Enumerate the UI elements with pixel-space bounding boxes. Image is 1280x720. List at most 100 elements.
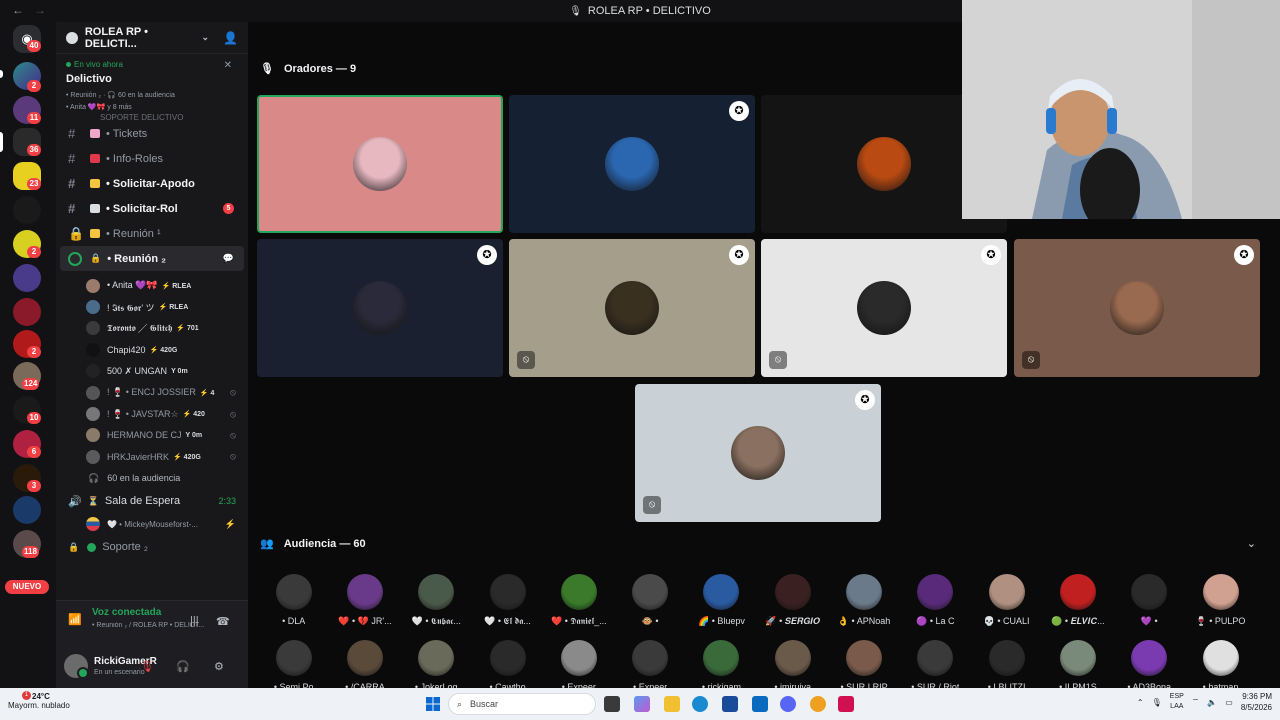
audience-member[interactable]: • /CARRA bbox=[329, 640, 400, 692]
gear-icon[interactable]: ⚙ bbox=[214, 660, 224, 673]
stage-member[interactable]: • Anita 💜🎀 ⚡ RLEA bbox=[56, 275, 248, 296]
audience-member[interactable]: 🤍 • 𝕮𝖚𝖇𝖆𝖈... bbox=[401, 574, 472, 627]
forward-arrow-icon[interactable]: → bbox=[34, 3, 46, 17]
store-icon[interactable] bbox=[722, 696, 738, 712]
audience-member[interactable]: ❤️ • 💔 JR'... bbox=[329, 574, 400, 627]
channel-item[interactable]: 🔒 • Reunión ¹ bbox=[56, 221, 248, 246]
audience-member[interactable]: 🍷 • PULPO bbox=[1185, 574, 1256, 627]
wifi-icon[interactable]: ⌔ bbox=[1192, 697, 1200, 707]
back-arrow-icon[interactable]: ← bbox=[12, 3, 24, 17]
battery-icon[interactable]: ▭ bbox=[1225, 698, 1233, 707]
speaker-tile[interactable]: ✪ ⦸ bbox=[761, 239, 1007, 377]
speaker-tile[interactable]: ✪ ⦸ bbox=[1014, 239, 1260, 377]
audience-member[interactable]: • Expeer bbox=[543, 640, 614, 692]
audience-member[interactable]: • jmjruiva bbox=[757, 640, 828, 692]
stage-member[interactable]: HERMANO DE CJ Y 0m ⦸ bbox=[56, 425, 248, 446]
unread-badge: 11 bbox=[27, 112, 41, 124]
server-icon[interactable] bbox=[13, 496, 41, 524]
headphones-icon[interactable]: 🎧 bbox=[176, 660, 190, 673]
audience-member[interactable]: • ILPM1S bbox=[1042, 640, 1113, 692]
audience-member[interactable]: • AD3Bona bbox=[1114, 640, 1185, 692]
stage-member[interactable]: ! 🍷 • ENCJ JOSSIER ⚡ 4 ⦸ bbox=[56, 382, 248, 403]
language-indicator[interactable]: ESP LAA bbox=[1170, 692, 1184, 712]
soporte-channel[interactable]: 🔒 Soporte ₂ bbox=[56, 535, 248, 560]
soundboard-icon[interactable]: ||| bbox=[190, 615, 199, 627]
outlook-icon[interactable] bbox=[752, 696, 768, 712]
stage-member[interactable]: Chapi420 ⚡ 420G bbox=[56, 339, 248, 360]
audience-avatar bbox=[1059, 640, 1096, 676]
audience-member[interactable]: 👌 • APNoah bbox=[828, 574, 899, 627]
live-stage-card[interactable]: En vivo ahora Delictivo • Reunión ₂ · 🎧 … bbox=[56, 54, 248, 111]
add-user-icon[interactable]: 👤 bbox=[223, 31, 238, 45]
speaker-tile[interactable] bbox=[257, 95, 503, 233]
category-label[interactable]: SOPORTE DELICTIVO bbox=[56, 111, 248, 121]
speaker-tile[interactable]: ✪ bbox=[509, 95, 755, 233]
discord-icon[interactable] bbox=[780, 696, 796, 712]
channel-item[interactable]: # • Solicitar-Rol 5 bbox=[56, 196, 248, 221]
muted-mic-icon: ⦸ bbox=[769, 351, 787, 369]
task-view-icon[interactable] bbox=[604, 696, 620, 712]
audience-member[interactable]: 🚀 • 𝑺𝑬𝑹𝑮𝑰𝑶 bbox=[757, 574, 828, 627]
waiting-room-channel[interactable]: 🔊 ⏳ Sala de Espera 2:33 bbox=[56, 489, 248, 514]
copilot-icon[interactable] bbox=[634, 696, 650, 712]
audience-member[interactable]: • Cawtho bbox=[472, 640, 543, 692]
speaker-tile[interactable]: ✪ bbox=[257, 239, 503, 377]
audience-member[interactable]: 🟢 • 𝑬𝑳𝑽𝑰𝑪... bbox=[1042, 574, 1113, 627]
audience-member[interactable]: 🐵 • bbox=[614, 574, 685, 627]
close-icon[interactable]: ✕ bbox=[224, 60, 232, 71]
disconnect-icon[interactable]: ☎ bbox=[216, 615, 230, 628]
stage-member[interactable]: ! 𝕴𝖙𝖘 𝕲𝖔𝖗' ツ ⚡ RLEA bbox=[56, 296, 248, 317]
taskbar-search[interactable]: ⌕ Buscar bbox=[448, 693, 596, 715]
audience-member[interactable]: 🌈 • Bluepv bbox=[686, 574, 757, 627]
audience-member[interactable]: • LBLITZI bbox=[971, 640, 1042, 692]
audience-member[interactable]: 💀 • CUALI bbox=[971, 574, 1042, 627]
audience-member[interactable]: • rickigam bbox=[686, 640, 757, 692]
volume-icon[interactable]: 🔈 bbox=[1207, 698, 1217, 707]
windows-start-icon[interactable] bbox=[426, 697, 440, 711]
audience-count[interactable]: 🎧 60 en la audiencia bbox=[56, 468, 248, 489]
stage-member[interactable]: HRKJavierHRK ⚡ 420G ⦸ bbox=[56, 446, 248, 467]
audience-member[interactable]: • DLA bbox=[258, 574, 329, 627]
chevron-up-icon[interactable]: ⌃ bbox=[1137, 698, 1144, 707]
user-panel: RickiGamerR En un escenario 🎙 🎧 ⚙ bbox=[56, 644, 248, 688]
mic-icon[interactable]: 🎙 bbox=[1152, 698, 1162, 707]
server-icon[interactable] bbox=[13, 196, 41, 224]
tiktok-icon[interactable] bbox=[838, 696, 854, 712]
audience-member[interactable]: 🤍 • 𝕰𝖑 𝖉𝖆... bbox=[472, 574, 543, 627]
browser-icon[interactable] bbox=[810, 696, 826, 712]
audience-member[interactable]: 💜 • bbox=[1114, 574, 1185, 627]
audience-member[interactable]: ❤️ • 𝕯𝖆𝖓𝖎𝖊𝖑_... bbox=[543, 574, 614, 627]
speaker-tile[interactable]: ✪ ⦸ bbox=[509, 239, 755, 377]
audience-member[interactable]: • SUR I RIP bbox=[828, 640, 899, 692]
mic-icon: 🎙 bbox=[260, 63, 274, 75]
audience-member[interactable]: • JokerLog bbox=[401, 640, 472, 692]
audience-member[interactable]: • Expeer bbox=[614, 640, 685, 692]
mic-muted-icon[interactable]: 🎙 bbox=[140, 660, 154, 673]
weather-widget[interactable]: 1 24°C Mayorm. nublado bbox=[8, 691, 70, 710]
stage-member[interactable]: 𝕿𝖔𝖗𝖔𝖓𝖙𝖔 ╱ 𝕲𝖑𝖎𝖙𝖈𝖍 ⚡ 701 bbox=[56, 318, 248, 339]
server-icon[interactable] bbox=[13, 298, 41, 326]
audience-member[interactable]: 🟣 • La C bbox=[900, 574, 971, 627]
stage-member[interactable]: ! 🍷 • JAVSTAR☆ ⚡ 420 ⦸ bbox=[56, 403, 248, 424]
server-icon[interactable] bbox=[13, 264, 41, 292]
file-explorer-icon[interactable] bbox=[664, 696, 680, 712]
unread-badge: 23 bbox=[27, 178, 41, 190]
channel-item[interactable]: # • Solicitar-Apodo bbox=[56, 171, 248, 196]
active-stage-channel[interactable]: 🔒 • Reunión ₂ 💬 bbox=[60, 246, 244, 271]
channel-item[interactable]: # • Tickets bbox=[56, 121, 248, 146]
speaker-tile[interactable]: ✪ ⦸ bbox=[635, 384, 881, 522]
clock[interactable]: 9:36 PM 8/5/2026 bbox=[1241, 691, 1272, 713]
weather-badge: 1 bbox=[22, 691, 31, 700]
audience-member[interactable]: • SUR / Riot bbox=[900, 640, 971, 692]
audience-member[interactable]: • Semi Po bbox=[258, 640, 329, 692]
edge-icon[interactable] bbox=[692, 696, 708, 712]
user-avatar[interactable] bbox=[64, 654, 89, 679]
server-header[interactable]: ROLEA RP • DELICTI... ⌄ 👤 bbox=[56, 22, 248, 54]
channel-item[interactable]: # • Info-Roles bbox=[56, 146, 248, 171]
audience-name: ❤️ • 𝕯𝖆𝖓𝖎𝖊𝖑_... bbox=[551, 616, 607, 626]
chevron-down-icon[interactable]: ⌄ bbox=[1247, 537, 1256, 550]
chat-bubble-icon[interactable]: 💬 bbox=[223, 253, 234, 264]
audience-member[interactable]: • batman bbox=[1185, 640, 1256, 692]
stage-member[interactable]: 500 ✗ UNGAN Y 0m bbox=[56, 361, 248, 382]
waiting-member[interactable]: 🤍 • MickeyMouseforst-... ⚡ bbox=[56, 514, 248, 535]
